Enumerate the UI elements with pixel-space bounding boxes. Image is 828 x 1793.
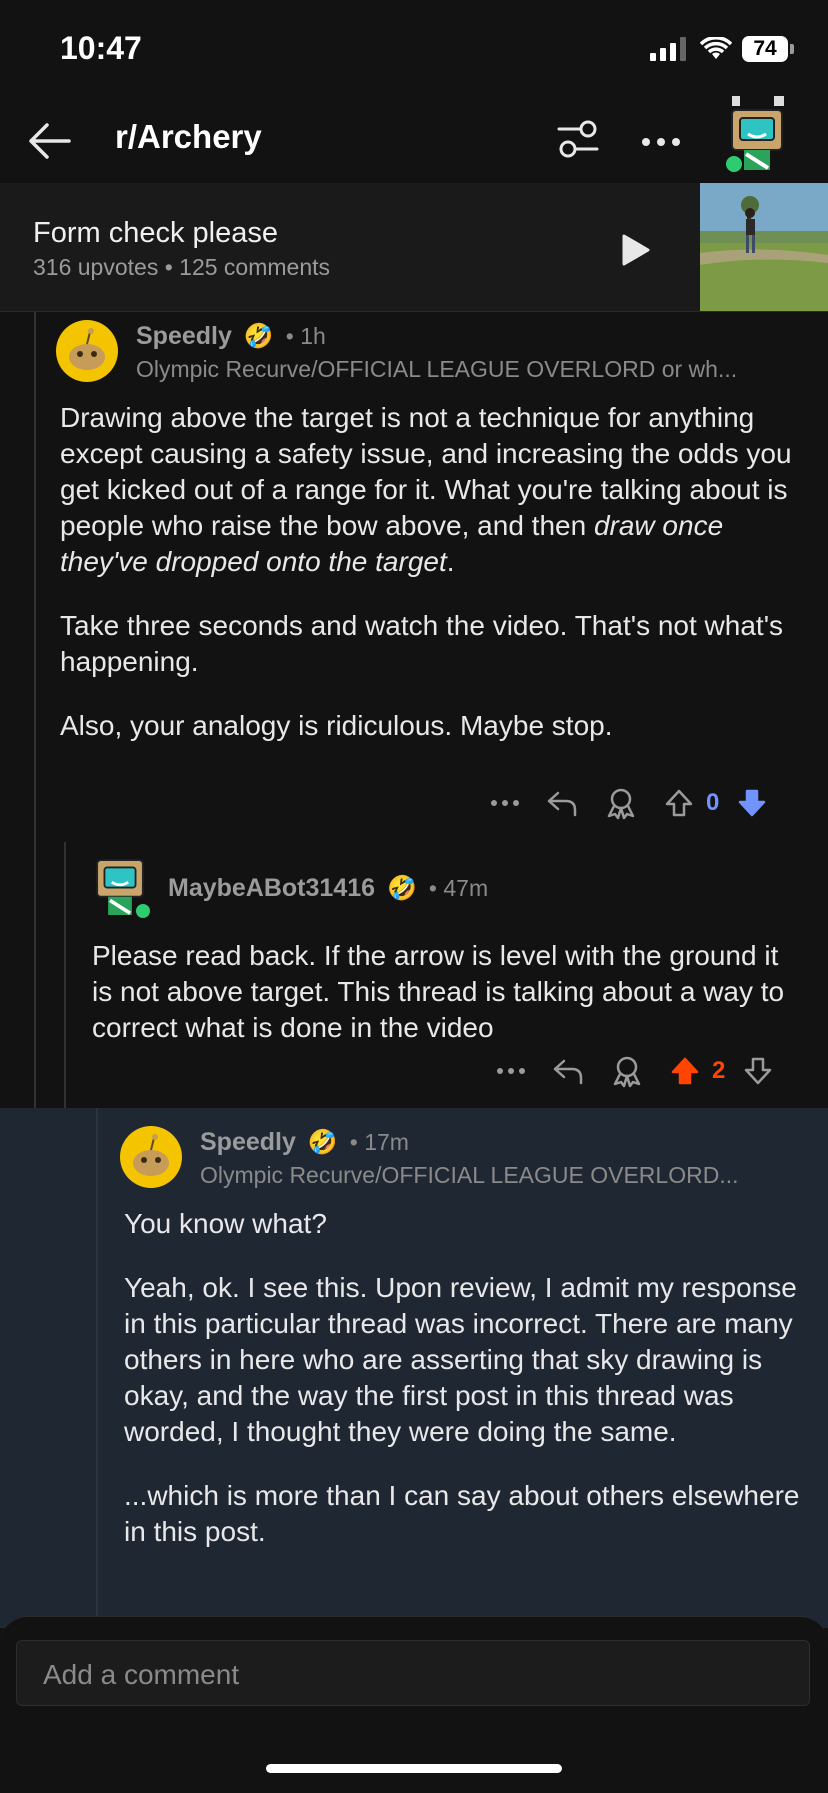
award-icon[interactable] bbox=[610, 1054, 644, 1088]
comment-avatar[interactable] bbox=[88, 846, 152, 920]
field-photo-image bbox=[700, 183, 828, 311]
user-flair: Olympic Recurve/OFFICIAL LEAGUE OVERLORD… bbox=[200, 1162, 739, 1188]
user-avatar-button[interactable] bbox=[722, 96, 792, 174]
comment-time: • 47m bbox=[428, 875, 489, 901]
comment-body: You know what? Yeah, ok. I see this. Upo… bbox=[124, 1206, 804, 1578]
add-comment-input[interactable]: Add a comment bbox=[16, 1640, 810, 1706]
comment-username[interactable]: Speedly bbox=[200, 1128, 296, 1157]
comment-avatar[interactable] bbox=[56, 320, 118, 382]
reply-icon[interactable] bbox=[552, 1057, 584, 1085]
comment-paragraph: Also, your analogy is ridiculous. Maybe … bbox=[60, 710, 613, 741]
upvote-icon[interactable] bbox=[664, 788, 694, 818]
subreddit-title[interactable]: r/Archery bbox=[115, 118, 262, 156]
comment-paragraph: You know what? bbox=[124, 1208, 327, 1239]
comment-avatar[interactable] bbox=[120, 1126, 182, 1188]
sort-filter-button[interactable] bbox=[552, 116, 604, 164]
comment-2-actions: 2 bbox=[496, 1054, 773, 1088]
more-dots-icon[interactable] bbox=[490, 799, 520, 807]
online-status-dot bbox=[134, 902, 152, 920]
snoo-avatar-icon bbox=[120, 1126, 182, 1188]
comment-paragraph: Drawing above the target is not a techni… bbox=[60, 402, 792, 577]
downvote-icon[interactable] bbox=[737, 788, 767, 818]
post-thumbnail[interactable] bbox=[700, 183, 828, 311]
thread-line-level-2 bbox=[64, 842, 66, 1108]
status-icons: 74 bbox=[650, 34, 794, 64]
comment-body: Drawing above the target is not a techni… bbox=[60, 400, 800, 772]
more-options-button[interactable] bbox=[636, 122, 686, 162]
online-status-dot bbox=[724, 154, 744, 174]
post-meta: 316 upvotes • 125 comments bbox=[33, 254, 331, 280]
thread-line-level-1 bbox=[34, 312, 36, 1108]
comment-paragraph: ...which is more than I can say about ot… bbox=[124, 1480, 800, 1547]
status-time: 10:47 bbox=[60, 30, 142, 66]
comment-username[interactable]: Speedly bbox=[136, 322, 232, 351]
achievement-badge-icon: 🤣 bbox=[307, 1129, 338, 1156]
vote-count: 0 bbox=[706, 789, 720, 816]
upvote-icon[interactable] bbox=[670, 1056, 700, 1086]
comment-time: • 1h bbox=[285, 323, 326, 349]
comment-username[interactable]: MaybeABot31416 bbox=[168, 874, 375, 903]
play-icon bbox=[622, 234, 650, 266]
arrow-left-icon bbox=[29, 123, 71, 159]
more-dots-icon[interactable] bbox=[496, 1067, 526, 1075]
user-flair: Olympic Recurve/OFFICIAL LEAGUE OVERLORD… bbox=[136, 356, 738, 382]
back-button[interactable] bbox=[24, 118, 74, 164]
thread-line-level-3 bbox=[96, 1108, 98, 1616]
comment-paragraph: Yeah, ok. I see this. Upon review, I adm… bbox=[124, 1272, 797, 1447]
snoo-avatar-icon bbox=[56, 320, 118, 382]
reply-icon[interactable] bbox=[546, 789, 578, 817]
comment-paragraph: Please read back. If the arrow is level … bbox=[92, 940, 785, 1043]
achievement-badge-icon: 🤣 bbox=[387, 875, 417, 902]
comment-1-actions: 0 bbox=[490, 786, 767, 820]
achievement-badge-icon: 🤣 bbox=[243, 323, 274, 350]
award-icon[interactable] bbox=[604, 786, 638, 820]
play-button[interactable] bbox=[616, 230, 656, 270]
comment-paragraph: Take three seconds and watch the video. … bbox=[60, 610, 784, 677]
signal-icon bbox=[650, 37, 686, 61]
filter-icon bbox=[557, 120, 599, 158]
more-dots-icon bbox=[642, 138, 680, 146]
battery-indicator: 74 bbox=[742, 36, 788, 62]
vote-count: 2 bbox=[712, 1057, 726, 1084]
comment-body: Please read back. If the arrow is level … bbox=[92, 938, 804, 1046]
comment-time: • 17m bbox=[349, 1129, 409, 1155]
home-indicator bbox=[266, 1764, 562, 1773]
wifi-icon bbox=[700, 37, 732, 59]
battery-nub bbox=[790, 44, 794, 54]
post-title[interactable]: Form check please bbox=[33, 217, 278, 250]
downvote-icon[interactable] bbox=[743, 1056, 773, 1086]
